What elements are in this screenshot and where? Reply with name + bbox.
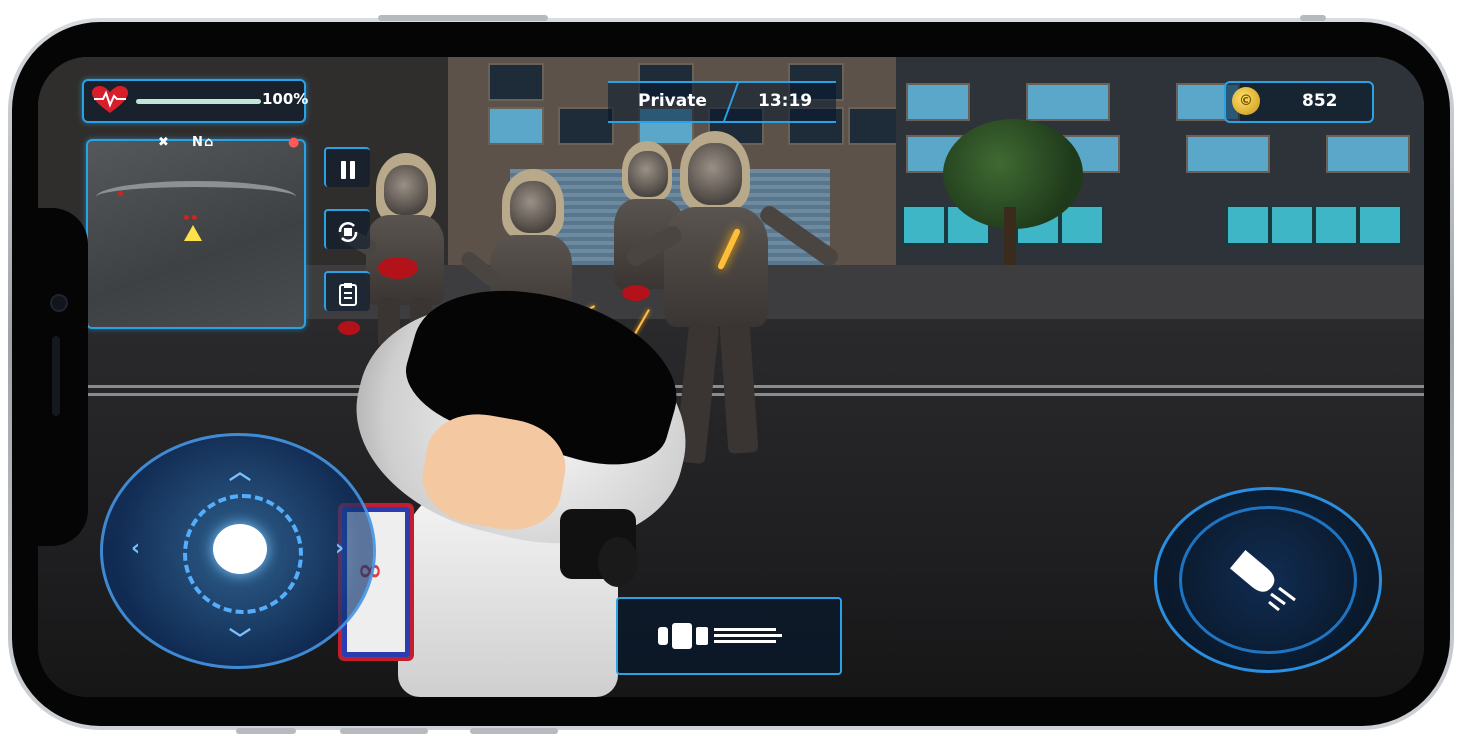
blood-splatter: [622, 285, 650, 301]
fire-button[interactable]: [1154, 487, 1382, 673]
minigun-icon: [658, 621, 788, 651]
minimap-enemy-dot: [184, 215, 189, 220]
phone-bottom-button: [236, 728, 296, 734]
coin-icon: ©: [1232, 87, 1260, 115]
joystick-down-arrow-icon: ﹀: [229, 628, 252, 653]
health-panel: 100%: [82, 79, 309, 123]
health-bar-fill: [136, 99, 261, 104]
minimap[interactable]: ✖ N ⌂ ●: [86, 135, 306, 329]
tasks-button[interactable]: [324, 271, 370, 311]
blood-splatter: [378, 257, 418, 279]
phone-top-button: [378, 15, 548, 21]
rotate-camera-button[interactable]: [324, 209, 370, 249]
joystick-knob[interactable]: [213, 524, 267, 574]
minimap-enemy-dot: [192, 215, 197, 220]
phone-notch: [38, 208, 88, 546]
clipboard-icon: [337, 280, 359, 306]
player-rank: Private: [638, 91, 707, 111]
movement-joystick[interactable]: ︿ ﹀ ‹ ›: [100, 433, 376, 669]
weapon-switch-button[interactable]: [616, 597, 842, 675]
pause-button[interactable]: [324, 147, 370, 187]
coin-amount: 852: [1302, 91, 1338, 111]
phone-bottom-button: [470, 728, 558, 734]
match-timer: 13:19: [758, 91, 813, 111]
health-percent: 100%: [262, 90, 309, 108]
heart-icon: [90, 85, 130, 115]
minimap-north-marker: N: [192, 135, 203, 150]
pause-icon: [337, 156, 359, 180]
rotate-camera-icon: [336, 218, 360, 242]
joystick-left-arrow-icon: ‹: [131, 536, 141, 561]
earpiece-speaker: [52, 336, 60, 416]
coin-counter: © 852: [1224, 81, 1374, 123]
minimap-player-arrow: [184, 225, 202, 241]
blood-splatter: [338, 321, 360, 335]
phone-top-button-small: [1300, 15, 1326, 21]
minimap-home-icon: ⌂: [204, 135, 214, 150]
player-gun-barrel: [598, 537, 638, 587]
joystick-up-arrow-icon: ︿: [229, 460, 252, 485]
front-camera: [50, 294, 68, 312]
health-bar: [136, 99, 261, 104]
minimap-enemy-dot: [118, 191, 123, 196]
minimap-enemy-marker: ●: [288, 135, 300, 150]
phone-bottom-button: [340, 728, 428, 734]
tree-trunk: [1004, 207, 1016, 265]
bullet-icon: [1223, 542, 1307, 620]
status-divider: [723, 83, 739, 121]
match-status-bar: Private 13:19: [608, 81, 836, 123]
joystick-right-arrow-icon: ›: [335, 536, 345, 561]
minimap-close-marker: ✖: [158, 135, 169, 150]
game-screen[interactable]: ∞ 100% ✖ N ⌂ ●: [38, 57, 1424, 697]
